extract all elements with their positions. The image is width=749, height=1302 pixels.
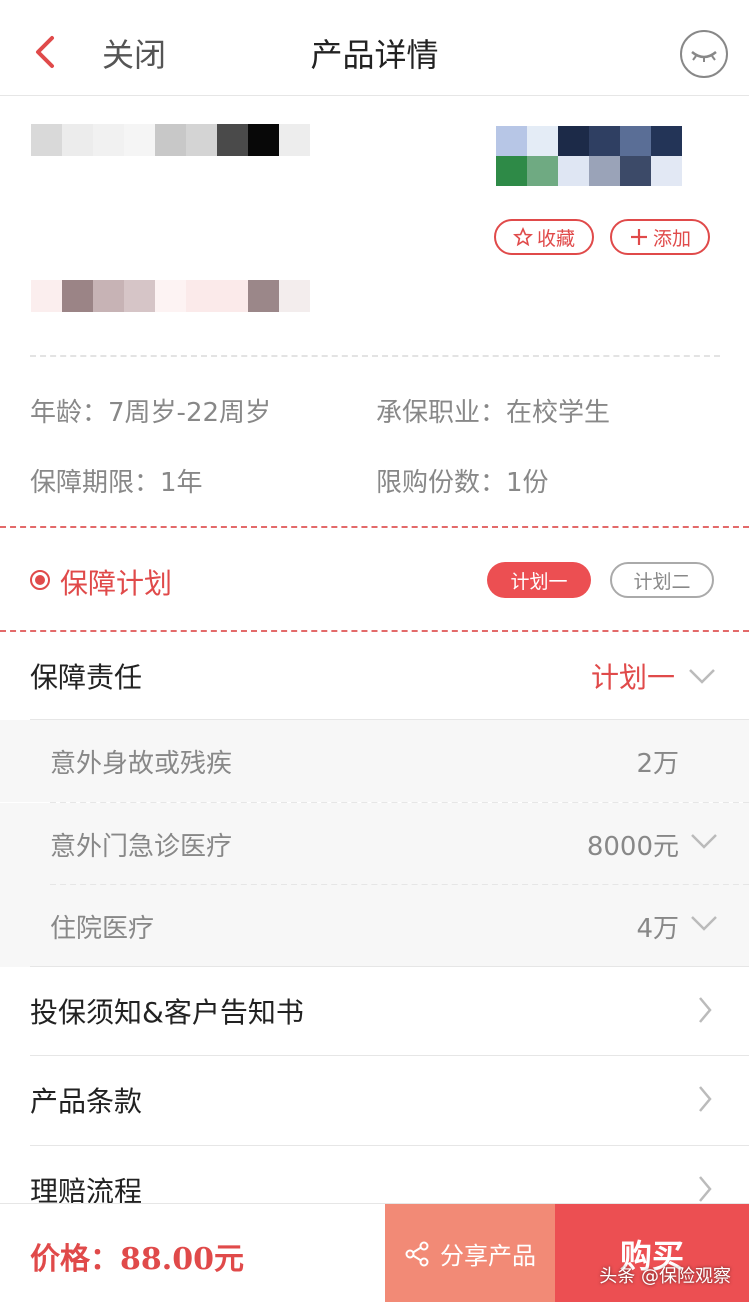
- plus-icon: [630, 229, 647, 245]
- favorite-button[interactable]: 收藏: [494, 219, 594, 255]
- chevron-down-icon: [689, 669, 715, 684]
- chevron-right-icon: [699, 1176, 712, 1202]
- age-label: 年龄：: [30, 398, 109, 428]
- watermark: 头条 @保险观察: [599, 1266, 731, 1287]
- page-title: 产品详情: [310, 36, 439, 74]
- eye-toggle-button[interactable]: [680, 30, 728, 78]
- age-value: 7周岁-22周岁: [108, 398, 272, 428]
- notice-link-row[interactable]: 投保须知&客户告知书: [0, 967, 749, 1057]
- plan-one-button[interactable]: 计划一: [487, 562, 591, 598]
- favorite-label: 收藏: [536, 227, 575, 250]
- occupation-label: 承保职业：: [376, 398, 507, 428]
- price-label: 价格：88.00元: [30, 1242, 244, 1277]
- limit-label: 限购份数：: [376, 468, 507, 498]
- link-label: 产品条款: [30, 1085, 143, 1118]
- star-icon: [512, 227, 533, 247]
- eye-closed-icon: [691, 51, 717, 62]
- share-label: 分享产品: [440, 1242, 536, 1270]
- terms-link-row[interactable]: 产品条款: [0, 1056, 749, 1146]
- divider: [30, 355, 720, 357]
- claims-link-row[interactable]: 理赔流程: [0, 1146, 749, 1208]
- coverage-item-value: 4万: [636, 914, 679, 944]
- add-label: 添加: [652, 227, 691, 250]
- purchase-limit-info: 限购份数：1份: [376, 462, 549, 499]
- coverage-selected-plan: 计划一: [590, 661, 675, 694]
- plan-two-button[interactable]: 计划二: [610, 562, 714, 598]
- radio-dot-icon: [30, 570, 50, 590]
- occupation-value: 在校学生: [506, 398, 611, 428]
- product-subtitle-blurred: [31, 280, 310, 312]
- plan-top-divider: [0, 526, 749, 528]
- chevron-down-icon: [691, 834, 717, 849]
- chevron-right-icon: [699, 997, 712, 1023]
- coverage-item-label: 意外身故或残疾: [50, 749, 233, 779]
- coverage-item[interactable]: 意外门急诊医疗 8000元: [0, 803, 749, 885]
- chevron-right-icon: [699, 1086, 712, 1112]
- share-button[interactable]: 分享产品: [385, 1204, 555, 1302]
- coverage-item[interactable]: 住院医疗 4万: [0, 885, 749, 967]
- coverage-item-label: 住院医疗: [50, 914, 155, 944]
- plan-bottom-divider: [0, 630, 749, 632]
- age-info: 年龄：7周岁-22周岁: [30, 392, 271, 429]
- coverage-title: 保障责任: [30, 661, 143, 694]
- plan-section-title: 保障计划: [60, 567, 173, 600]
- term-info: 保障期限：1年: [30, 462, 203, 499]
- insurer-logo: [496, 126, 682, 186]
- product-name-blurred: [31, 124, 310, 156]
- coverage-plan-toggle[interactable]: 计划一: [591, 656, 717, 696]
- term-label: 保障期限：: [30, 468, 161, 498]
- chevron-down-icon: [691, 916, 717, 931]
- occupation-info: 承保职业：在校学生: [376, 392, 610, 429]
- add-button[interactable]: 添加: [610, 219, 710, 255]
- share-icon: [405, 1241, 429, 1266]
- top-nav: 关闭 产品详情: [0, 0, 749, 96]
- coverage-item-value: 8000元: [586, 832, 679, 862]
- term-value: 1年: [160, 468, 203, 498]
- product-header: 收藏 添加: [0, 96, 749, 356]
- coverage-item-label: 意外门急诊医疗: [50, 832, 233, 862]
- coverage-item-value: 2万: [636, 749, 679, 779]
- coverage-item: 意外身故或残疾 2万: [0, 720, 749, 802]
- limit-value: 1份: [506, 468, 549, 498]
- link-label: 投保须知&客户告知书: [30, 996, 304, 1029]
